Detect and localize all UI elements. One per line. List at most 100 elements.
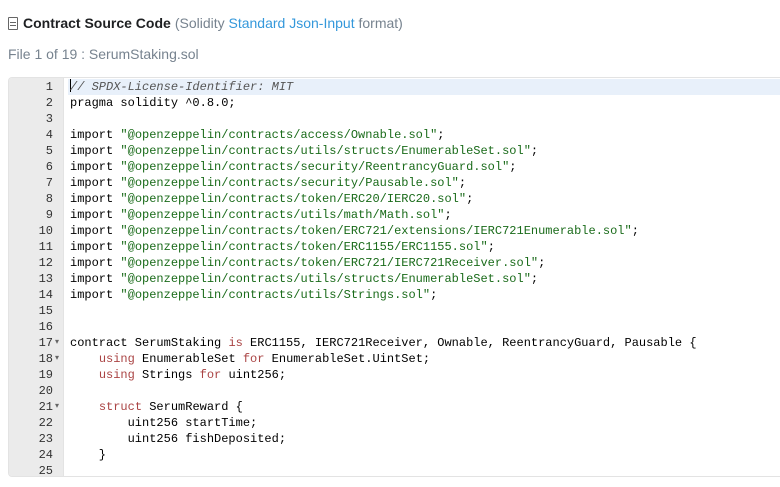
code-token: uint256 startTime; — [70, 416, 258, 430]
code-token: "@openzeppelin/contracts/utils/structs/E… — [120, 272, 531, 286]
code-line[interactable]: 21 ▾ struct SerumReward { — [9, 399, 780, 415]
code-line[interactable]: 4 import "@openzeppelin/contracts/access/… — [9, 127, 780, 143]
code-text: using Strings for uint256; — [68, 367, 780, 383]
code-line[interactable]: 15 — [9, 303, 780, 319]
code-line[interactable]: 5 import "@openzeppelin/contracts/utils/s… — [9, 143, 780, 159]
code-line[interactable]: 20 — [9, 383, 780, 399]
code-line[interactable]: 12 import "@openzeppelin/contracts/token/… — [9, 255, 780, 271]
code-lines: 1 // SPDX-License-Identifier: MIT 2 pragma … — [9, 79, 780, 476]
code-line[interactable]: 24 } — [9, 447, 780, 463]
code-line[interactable]: 17 ▾ contract SerumStaking is ERC1155, IER… — [9, 335, 780, 351]
format-close: format) — [358, 15, 403, 31]
code-text: contract SerumStaking is ERC1155, IERC72… — [68, 335, 780, 351]
fold-toggle-icon[interactable]: ▾ — [55, 335, 64, 351]
code-token: ; — [487, 240, 495, 254]
code-line[interactable]: 8 import "@openzeppelin/contracts/token/E… — [9, 191, 780, 207]
fold-toggle-icon[interactable]: ▾ — [55, 351, 64, 367]
code-token: // SPDX-License-Identifier: MIT — [70, 80, 294, 94]
code-line[interactable]: 13 import "@openzeppelin/contracts/utils/… — [9, 271, 780, 287]
code-token: import — [70, 208, 121, 222]
code-token: uint256; — [221, 368, 287, 382]
format-info: (Solidity Standard Json-Input format) — [175, 15, 403, 31]
code-text: import "@openzeppelin/contracts/utils/st… — [68, 143, 780, 159]
code-line[interactable]: 9 import "@openzeppelin/contracts/utils/m… — [9, 207, 780, 223]
code-line[interactable]: 11 import "@openzeppelin/contracts/token/… — [9, 239, 780, 255]
code-line[interactable]: 7 import "@openzeppelin/contracts/securit… — [9, 175, 780, 191]
code-text: import "@openzeppelin/contracts/token/ER… — [68, 239, 780, 255]
code-line[interactable]: 23 uint256 fishDeposited; — [9, 431, 780, 447]
code-token: for — [199, 368, 222, 382]
line-number: 17 — [38, 336, 53, 350]
code-text: uint256 startTime; — [68, 415, 780, 431]
code-token: ; — [430, 288, 438, 302]
line-number: 10 — [38, 224, 53, 238]
line-number: 20 — [38, 384, 53, 398]
code-token: ; — [530, 272, 539, 286]
code-text: import "@openzeppelin/contracts/security… — [68, 175, 780, 191]
code-token: "@openzeppelin/contracts/token/ERC721/ex… — [120, 224, 632, 238]
line-number: 1 — [45, 80, 53, 94]
line-number: 6 — [45, 160, 53, 174]
code-token: ; — [466, 192, 474, 206]
code-token: is — [228, 336, 243, 350]
code-token: ; — [538, 256, 546, 270]
format-open: (Solidity — [174, 15, 225, 31]
code-token: import — [70, 240, 121, 254]
line-number: 13 — [38, 272, 53, 286]
code-line[interactable]: 22 uint256 startTime; — [9, 415, 780, 431]
code-line[interactable]: 25 — [9, 463, 780, 476]
code-line[interactable]: 2 pragma solidity ^0.8.0; — [9, 95, 780, 111]
code-token: import — [70, 288, 121, 302]
code-token: import — [70, 256, 121, 270]
line-number: 8 — [45, 192, 53, 206]
code-token: EnumerableSet.UintSet; — [264, 352, 431, 366]
code-token: SerumReward { — [142, 400, 243, 414]
code-token: Strings — [134, 368, 200, 382]
code-line[interactable]: 1 // SPDX-License-Identifier: MIT — [9, 79, 780, 95]
code-text: struct SerumReward { — [68, 399, 780, 415]
code-token: "@openzeppelin/contracts/security/Pausab… — [120, 176, 459, 190]
standard-json-input-link[interactable]: Standard Json-Input — [229, 15, 355, 31]
line-number: 11 — [38, 240, 53, 254]
line-number: 4 — [45, 128, 53, 142]
line-number: 18 — [38, 352, 53, 366]
code-token: ; — [437, 128, 445, 142]
section-title: Contract Source Code — [23, 15, 171, 31]
line-number: 16 — [38, 320, 53, 334]
code-token: uint256 fishDeposited; — [70, 432, 287, 446]
code-text: import "@openzeppelin/contracts/utils/St… — [68, 287, 780, 303]
code-line[interactable]: 14 import "@openzeppelin/contracts/utils/… — [9, 287, 780, 303]
code-line[interactable]: 6 import "@openzeppelin/contracts/securit… — [9, 159, 780, 175]
line-number: 12 — [38, 256, 53, 270]
code-line[interactable]: 10 import "@openzeppelin/contracts/token/… — [9, 223, 780, 239]
code-text: pragma solidity ^0.8.0; — [68, 95, 780, 111]
code-line[interactable]: 16 — [9, 319, 780, 335]
code-token: using — [98, 368, 135, 382]
code-token: ERC1155, IERC721Receiver, Ownable, Reent… — [242, 336, 697, 350]
code-line[interactable]: 18 ▾ using EnumerableSet for EnumerableSe… — [9, 351, 780, 367]
code-token: "@openzeppelin/contracts/utils/Strings.s… — [120, 288, 431, 302]
line-number: 3 — [45, 112, 53, 126]
code-editor[interactable]: 1 // SPDX-License-Identifier: MIT 2 pragma … — [8, 77, 780, 477]
line-number: 22 — [38, 416, 53, 430]
code-token: struct — [98, 400, 143, 414]
code-line[interactable]: 19 using Strings for uint256; — [9, 367, 780, 383]
code-line[interactable]: 3 — [9, 111, 780, 127]
code-text: import "@openzeppelin/contracts/access/O… — [68, 127, 780, 143]
code-token: "@openzeppelin/contracts/utils/math/Math… — [120, 208, 445, 222]
code-token: import — [70, 144, 121, 158]
file-info: File 1 of 19 : SerumStaking.sol — [8, 46, 199, 62]
code-token: pragma solidity ^0.8.0; — [70, 96, 236, 110]
contract-source-header: Contract Source Code (Solidity Standard … — [8, 13, 403, 33]
code-token: ; — [509, 160, 517, 174]
code-token: import — [70, 128, 121, 142]
fold-toggle-icon[interactable]: ▾ — [55, 399, 64, 415]
code-token: import — [70, 192, 121, 206]
code-token: "@openzeppelin/contracts/utils/structs/E… — [120, 144, 531, 158]
code-token: ; — [444, 208, 452, 222]
code-text: import "@openzeppelin/contracts/utils/ma… — [68, 207, 780, 223]
code-token: "@openzeppelin/contracts/token/ERC721/IE… — [120, 256, 539, 270]
